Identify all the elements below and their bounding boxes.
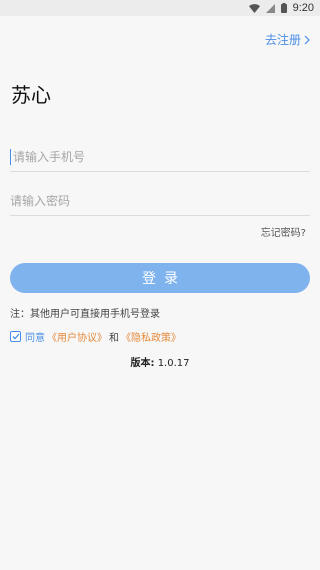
agreement-checkbox[interactable]: [10, 331, 21, 342]
phone-field: [10, 142, 313, 172]
and-label: 和: [109, 333, 119, 344]
version-info: 版本: 1.0.17: [0, 354, 320, 369]
status-time: 9:20: [292, 2, 314, 14]
checkmark-icon: [12, 333, 19, 340]
privacy-policy-link[interactable]: 《隐私政策》: [121, 329, 181, 344]
battery-icon: [280, 3, 287, 13]
app-title: 苏心: [11, 83, 51, 107]
user-agreement-link[interactable]: 《用户协议》: [47, 329, 107, 344]
agreement-row: 同意 《用户协议》 和 《隐私政策》: [10, 329, 181, 344]
password-field: [10, 186, 310, 216]
version-value: 1.0.17: [157, 358, 190, 369]
register-label: 去注册: [264, 33, 301, 47]
login-button[interactable]: 登录: [10, 263, 310, 293]
status-bar: 9:20: [0, 0, 320, 16]
signal-icon: [265, 3, 275, 13]
wifi-icon: [248, 3, 260, 13]
phone-input[interactable]: [10, 142, 313, 171]
register-link[interactable]: 去注册: [265, 31, 310, 48]
password-input[interactable]: [10, 186, 310, 215]
chevron-right-icon: [304, 35, 310, 44]
agree-label: 同意: [25, 333, 45, 344]
forgot-password-link[interactable]: 忘记密码?: [261, 224, 306, 239]
version-label: 版本:: [130, 358, 155, 369]
login-note: 注：其他用户可直接用手机号登录: [10, 309, 160, 320]
